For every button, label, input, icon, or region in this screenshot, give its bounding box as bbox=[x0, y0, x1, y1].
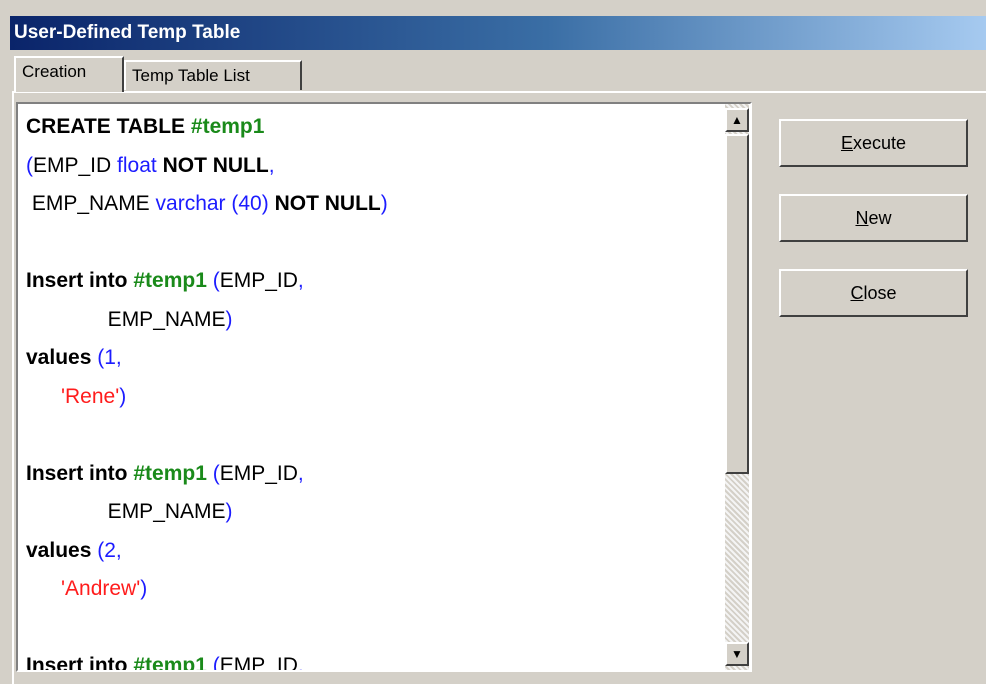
tab-temp-table-list[interactable]: Temp Table List bbox=[124, 60, 302, 90]
code-line: EMP_NAME varchar (40) NOT NULL) bbox=[26, 185, 388, 224]
tab-creation[interactable]: Creation bbox=[14, 56, 124, 92]
scroll-up-button[interactable]: ▲ bbox=[725, 108, 749, 132]
sql-code: CREATE TABLE #temp1 (EMP_ID float NOT NUL… bbox=[26, 108, 388, 672]
triangle-down-icon: ▼ bbox=[731, 647, 743, 661]
code-token: Insert into bbox=[26, 461, 134, 485]
code-token: #temp1 bbox=[133, 654, 207, 672]
code-token: 'Andrew' bbox=[26, 577, 141, 600]
code-token: ( bbox=[206, 269, 220, 292]
code-token: EMP_ID bbox=[33, 153, 118, 177]
code-token: EMP_NAME bbox=[26, 192, 156, 215]
temp-table-dialog: User-Defined Temp Table Creation Temp Ta… bbox=[0, 0, 986, 684]
code-token: , bbox=[268, 153, 275, 177]
close-accelerator: C bbox=[850, 283, 864, 303]
code-token: ) bbox=[119, 384, 127, 408]
code-token: #temp1 bbox=[190, 115, 265, 138]
code-token: (1, bbox=[97, 346, 122, 369]
code-token: ) bbox=[225, 307, 233, 331]
code-token: EMP_ID bbox=[219, 654, 298, 672]
code-token: #temp1 bbox=[133, 461, 207, 485]
scroll-thumb[interactable] bbox=[725, 134, 749, 474]
triangle-up-icon: ▲ bbox=[731, 113, 743, 127]
code-token: , bbox=[297, 269, 304, 292]
new-accelerator: N bbox=[855, 208, 869, 228]
scroll-down-button[interactable]: ▼ bbox=[725, 642, 749, 666]
code-token: EMP_NAME bbox=[26, 500, 226, 523]
code-token: ) bbox=[140, 577, 148, 600]
code-token: , bbox=[297, 461, 304, 485]
code-token: ( bbox=[26, 153, 33, 177]
code-token: ) bbox=[380, 192, 388, 215]
execute-accelerator: E bbox=[840, 133, 853, 153]
code-token: float bbox=[117, 153, 163, 177]
code-token: #temp1 bbox=[133, 269, 207, 292]
code-token: EMP_NAME bbox=[26, 307, 226, 331]
code-line: EMP_NAME) bbox=[26, 493, 388, 532]
code-line: EMP_NAME) bbox=[26, 301, 388, 340]
code-token: , bbox=[297, 654, 304, 672]
execute-label: xecute bbox=[852, 133, 907, 153]
code-line: 'Andrew') bbox=[26, 570, 388, 609]
code-token: NOT NULL bbox=[274, 192, 381, 215]
code-token: EMP_ID bbox=[219, 269, 298, 292]
code-token: Insert into bbox=[26, 269, 134, 292]
editor-vertical-scrollbar[interactable]: ▲ ▼ bbox=[725, 104, 749, 670]
code-token: ( bbox=[206, 654, 220, 672]
code-line: 'Rene') bbox=[26, 378, 388, 417]
code-line: (EMP_ID float NOT NULL, bbox=[26, 147, 388, 186]
window-title: User-Defined Temp Table bbox=[10, 16, 986, 50]
code-line: values (1, bbox=[26, 339, 388, 378]
code-token: varchar (40) bbox=[155, 192, 275, 215]
code-line: values (2, bbox=[26, 532, 388, 571]
new-label: ew bbox=[868, 208, 892, 228]
code-token: NOT NULL bbox=[162, 153, 269, 177]
code-token: ( bbox=[206, 461, 220, 485]
code-token: 'Rene' bbox=[26, 384, 120, 408]
sql-editor[interactable]: CREATE TABLE #temp1 (EMP_ID float NOT NUL… bbox=[16, 102, 752, 672]
code-line: Insert into #temp1 (EMP_ID, bbox=[26, 647, 388, 672]
code-token: values bbox=[26, 346, 98, 369]
code-token: EMP_ID bbox=[219, 461, 298, 485]
close-label: lose bbox=[863, 283, 897, 303]
code-line: CREATE TABLE #temp1 bbox=[26, 108, 388, 147]
code-token: Insert into bbox=[26, 654, 134, 672]
code-token: CREATE TABLE bbox=[26, 115, 191, 138]
execute-button[interactable]: Execute bbox=[779, 119, 968, 167]
code-line: Insert into #temp1 (EMP_ID, bbox=[26, 262, 388, 301]
close-button[interactable]: Close bbox=[779, 269, 968, 317]
new-button[interactable]: New bbox=[779, 194, 968, 242]
code-line: Insert into #temp1 (EMP_ID, bbox=[26, 455, 388, 494]
code-token: ) bbox=[225, 500, 233, 523]
code-token: (2, bbox=[97, 538, 122, 562]
code-token: values bbox=[26, 538, 98, 562]
